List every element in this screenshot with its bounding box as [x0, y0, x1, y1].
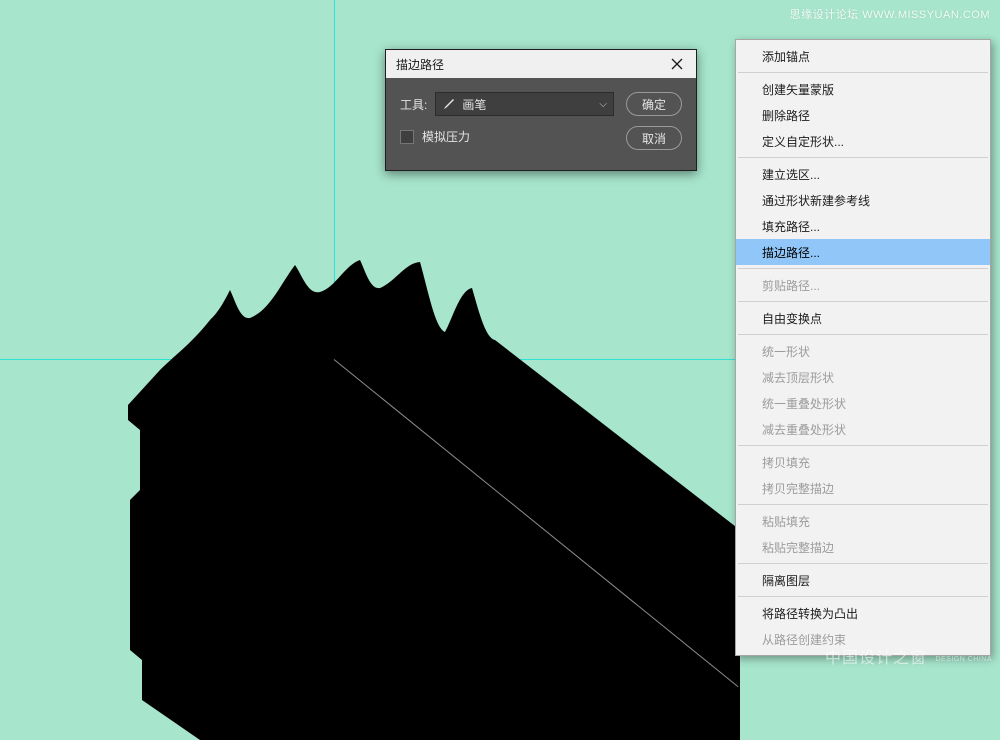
- guide-vertical: [334, 0, 335, 672]
- chevron-down-icon: ⌵: [599, 99, 607, 110]
- watermark-bottom-main: 中国设计之窗: [825, 650, 927, 667]
- stroke-path-dialog: 描边路径 工具: 画笔 ⌵ 模拟压力 确定 取消: [385, 49, 697, 171]
- brush-icon: [442, 97, 456, 111]
- menu-item[interactable]: 删除路径: [736, 102, 990, 128]
- menu-separator: [738, 445, 988, 446]
- menu-item[interactable]: 定义自定形状...: [736, 128, 990, 154]
- menu-separator: [738, 334, 988, 335]
- close-icon[interactable]: [664, 54, 690, 74]
- menu-item: 粘贴完整描边: [736, 534, 990, 560]
- menu-item[interactable]: 描边路径...: [736, 239, 990, 265]
- tool-value: 画笔: [462, 96, 486, 113]
- menu-item: 拷贝填充: [736, 449, 990, 475]
- menu-item: 粘贴填充: [736, 508, 990, 534]
- menu-item[interactable]: 填充路径...: [736, 213, 990, 239]
- menu-item[interactable]: 自由变换点: [736, 305, 990, 331]
- menu-separator: [738, 157, 988, 158]
- path-context-menu: 添加锚点创建矢量蒙版删除路径定义自定形状... 建立选区...通过形状新建参考线填…: [735, 39, 991, 656]
- tool-select[interactable]: 画笔 ⌵: [435, 92, 614, 116]
- menu-separator: [738, 563, 988, 564]
- menu-separator: [738, 596, 988, 597]
- dialog-controls: 工具: 画笔 ⌵ 模拟压力: [400, 92, 614, 150]
- watermark-bottom: 中国设计之窗 DESIGN CHINA: [825, 644, 992, 668]
- menu-separator: [738, 72, 988, 73]
- menu-item: 剪贴路径...: [736, 272, 990, 298]
- dialog-titlebar[interactable]: 描边路径: [386, 50, 696, 78]
- pressure-label: 模拟压力: [422, 128, 470, 145]
- menu-separator: [738, 268, 988, 269]
- menu-item[interactable]: 通过形状新建参考线: [736, 187, 990, 213]
- menu-item[interactable]: 建立选区...: [736, 161, 990, 187]
- menu-item: 统一形状: [736, 338, 990, 364]
- watermark-bottom-sub: DESIGN CHINA: [935, 656, 992, 663]
- guide-horizontal: [0, 359, 735, 360]
- dialog-buttons: 确定 取消: [626, 92, 682, 150]
- dialog-body: 工具: 画笔 ⌵ 模拟压力 确定 取消: [386, 78, 696, 170]
- menu-separator: [738, 301, 988, 302]
- dialog-title: 描边路径: [396, 56, 664, 73]
- pressure-checkbox[interactable]: [400, 130, 414, 144]
- menu-item: 统一重叠处形状: [736, 390, 990, 416]
- canvas-shape: [120, 260, 740, 740]
- path-diagonal: [334, 359, 739, 687]
- menu-item: 减去顶层形状: [736, 364, 990, 390]
- menu-item: 拷贝完整描边: [736, 475, 990, 501]
- tool-label: 工具:: [400, 96, 427, 113]
- menu-item: 减去重叠处形状: [736, 416, 990, 442]
- menu-item[interactable]: 添加锚点: [736, 43, 990, 69]
- menu-item[interactable]: 将路径转换为凸出: [736, 600, 990, 626]
- menu-separator: [738, 504, 988, 505]
- ok-button[interactable]: 确定: [626, 92, 682, 116]
- watermark-top: 思缘设计论坛 WWW.MISSYUAN.COM: [790, 6, 990, 22]
- menu-item[interactable]: 隔离图层: [736, 567, 990, 593]
- menu-item[interactable]: 创建矢量蒙版: [736, 76, 990, 102]
- cancel-button[interactable]: 取消: [626, 126, 682, 150]
